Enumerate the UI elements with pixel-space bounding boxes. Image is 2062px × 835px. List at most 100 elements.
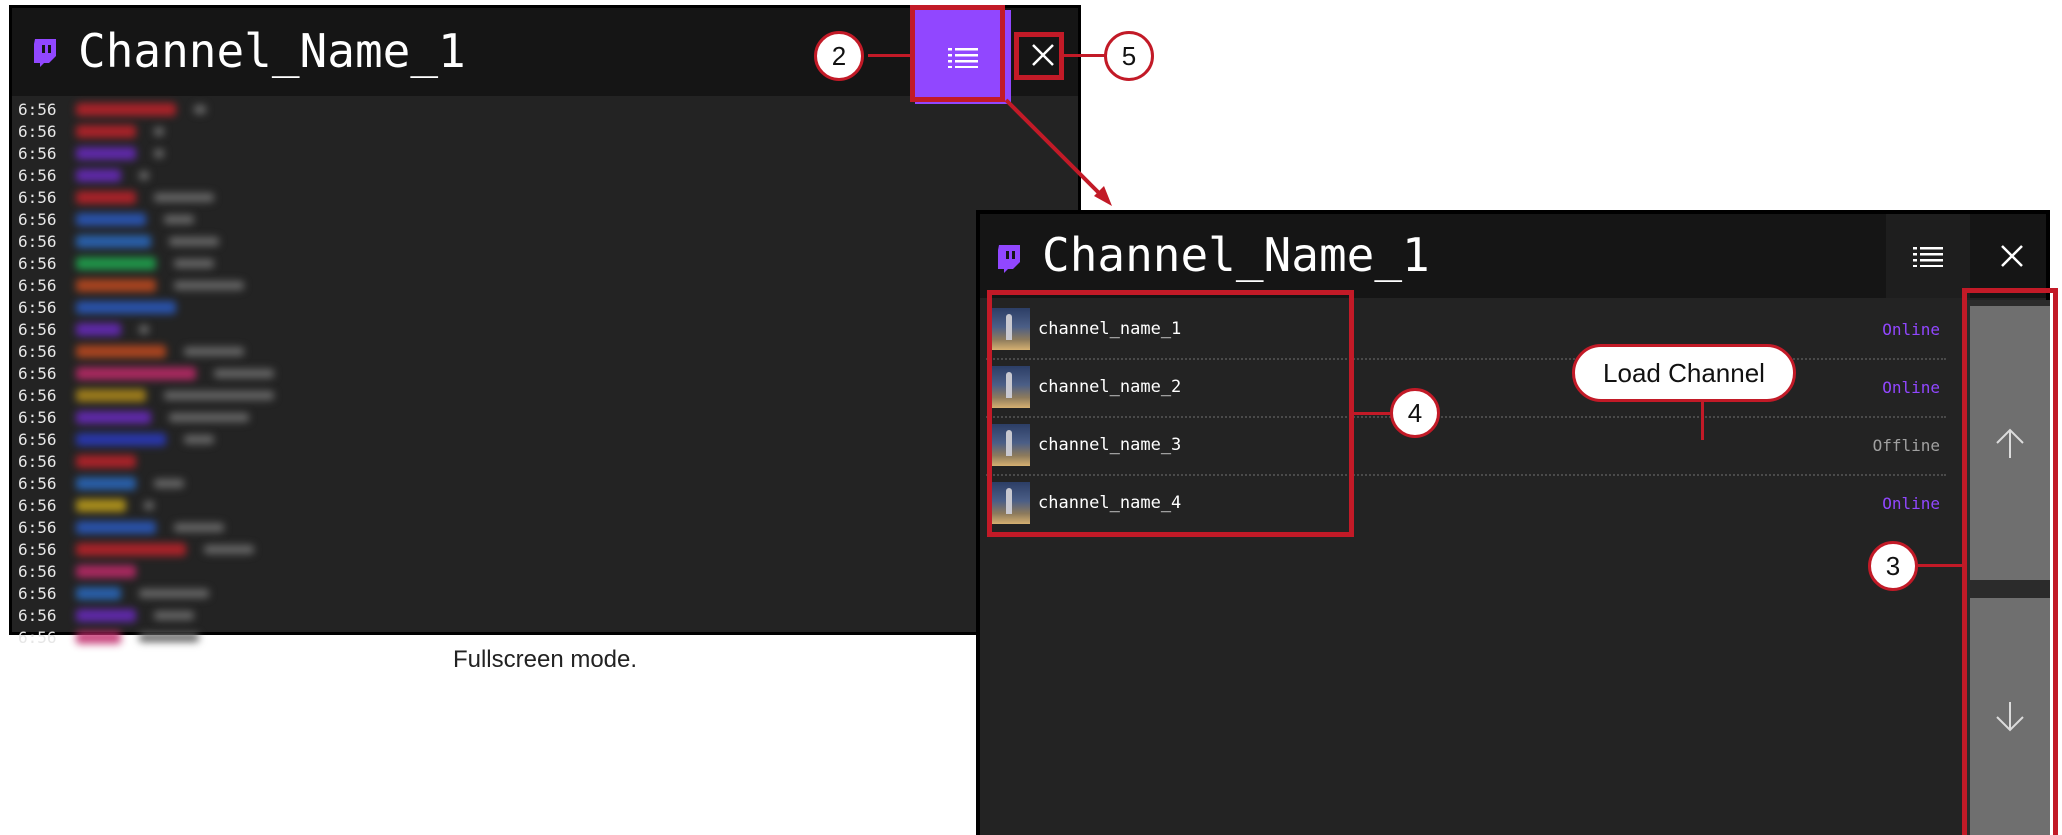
chat-timestamp: 6:56 — [18, 121, 57, 141]
chat-message: 6:56 — [18, 494, 274, 516]
chat-message-text — [139, 324, 149, 334]
chat-username — [76, 410, 151, 424]
chat-username — [76, 432, 166, 446]
chat-timestamp: 6:56 — [18, 275, 57, 295]
chat-message-text — [154, 148, 164, 158]
chat-message-text — [184, 346, 244, 356]
menu-list-icon — [1913, 247, 1943, 267]
chat-username — [76, 256, 156, 270]
chat-timestamp: 6:56 — [18, 165, 57, 185]
chat-message: 6:56 — [18, 582, 274, 604]
connector-line — [1918, 564, 1962, 567]
chat-message-list: 6:56 6:56 6:56 6:56 6:56 6:56 6:56 6:56 6:56 6:56… — [18, 98, 274, 648]
chat-timestamp: 6:56 — [18, 473, 57, 493]
channel-list-title: Channel_Name_1 — [1042, 228, 1430, 282]
chat-username — [76, 630, 121, 644]
chat-username — [76, 146, 136, 160]
chat-username — [76, 454, 136, 468]
chat-message: 6:56 — [18, 296, 274, 318]
close-button[interactable] — [1972, 214, 2052, 298]
chat-timestamp: 6:56 — [18, 561, 57, 581]
chat-timestamp: 6:56 — [18, 385, 57, 405]
chat-message: 6:56 — [18, 274, 274, 296]
chat-message: 6:56 — [18, 450, 274, 472]
connector-line — [1354, 412, 1390, 415]
chat-message-text — [174, 280, 244, 290]
chat-message-text — [174, 522, 224, 532]
chat-username — [76, 168, 121, 182]
chat-timestamp: 6:56 — [18, 99, 57, 119]
fullscreen-caption: Fullscreen mode. — [452, 646, 638, 673]
chat-message: 6:56 — [18, 516, 274, 538]
twitch-logo-icon — [34, 39, 56, 67]
chat-message-text — [164, 390, 274, 400]
chat-username — [76, 190, 136, 204]
chat-timestamp: 6:56 — [18, 187, 57, 207]
chat-message-text — [154, 126, 164, 136]
chat-username — [76, 234, 151, 248]
chat-timestamp: 6:56 — [18, 209, 57, 229]
chat-message-text — [204, 544, 254, 554]
channel-status: Offline — [1872, 436, 1940, 455]
connector-line — [1701, 402, 1704, 440]
chat-message-text — [154, 478, 184, 488]
chat-timestamp: 6:56 — [18, 143, 57, 163]
channel-status: Online — [1882, 378, 1940, 397]
chat-timestamp: 6:56 — [18, 297, 57, 317]
chat-message: 6:56 — [18, 384, 274, 406]
callout-4: 4 — [1390, 388, 1440, 438]
chat-timestamp: 6:56 — [18, 363, 57, 383]
chat-username — [76, 212, 146, 226]
chat-message: 6:56 — [18, 538, 274, 560]
connector-line — [1063, 54, 1105, 57]
chat-message: 6:56 — [18, 230, 274, 252]
chat-timestamp: 6:56 — [18, 451, 57, 471]
highlight-box-scroll — [1962, 288, 2058, 835]
chat-timestamp: 6:56 — [18, 429, 57, 449]
twitch-logo-icon — [998, 245, 1020, 273]
chat-timestamp: 6:56 — [18, 517, 57, 537]
chat-message: 6:56 — [18, 98, 274, 120]
chat-username — [76, 498, 126, 512]
chat-message-text — [139, 170, 149, 180]
callout-3: 3 — [1868, 541, 1918, 591]
chat-message-text — [139, 588, 209, 598]
pointer-arrow — [1004, 98, 1112, 206]
chat-username — [76, 322, 121, 336]
channel-status: Online — [1882, 494, 1940, 513]
channel-list-button[interactable] — [1886, 214, 1970, 298]
chat-message: 6:56 — [18, 362, 274, 384]
highlight-box-channel-list — [987, 290, 1354, 537]
chat-timestamp: 6:56 — [18, 539, 57, 559]
chat-timestamp: 6:56 — [18, 407, 57, 427]
chat-username — [76, 564, 136, 578]
chat-message: 6:56 — [18, 560, 274, 582]
chat-message-text — [194, 104, 206, 114]
chat-message-text — [154, 610, 194, 620]
chat-username — [76, 476, 136, 490]
callout-2: 2 — [814, 31, 864, 81]
chat-username — [76, 608, 136, 622]
chat-message: 6:56 — [18, 428, 274, 450]
fullscreen-channel-title: Channel_Name_1 — [78, 24, 466, 78]
chat-message: 6:56 — [18, 208, 274, 230]
chat-message: 6:56 — [18, 340, 274, 362]
chat-message-text — [139, 632, 199, 642]
connector-line — [868, 54, 912, 57]
highlight-box-menu — [910, 5, 1005, 102]
chat-username — [76, 278, 156, 292]
chat-timestamp: 6:56 — [18, 319, 57, 339]
chat-message: 6:56 — [18, 318, 274, 340]
chat-message-text — [214, 368, 274, 378]
chat-message-text — [154, 192, 214, 202]
chat-message: 6:56 — [18, 604, 274, 626]
chat-username — [76, 586, 121, 600]
chat-username — [76, 102, 176, 116]
chat-message: 6:56 — [18, 472, 274, 494]
chat-message-text — [164, 214, 194, 224]
chat-message-text — [144, 500, 154, 510]
chat-message: 6:56 — [18, 120, 274, 142]
chat-message: 6:56 — [18, 142, 274, 164]
channel-status: Online — [1882, 320, 1940, 339]
chat-username — [76, 542, 186, 556]
